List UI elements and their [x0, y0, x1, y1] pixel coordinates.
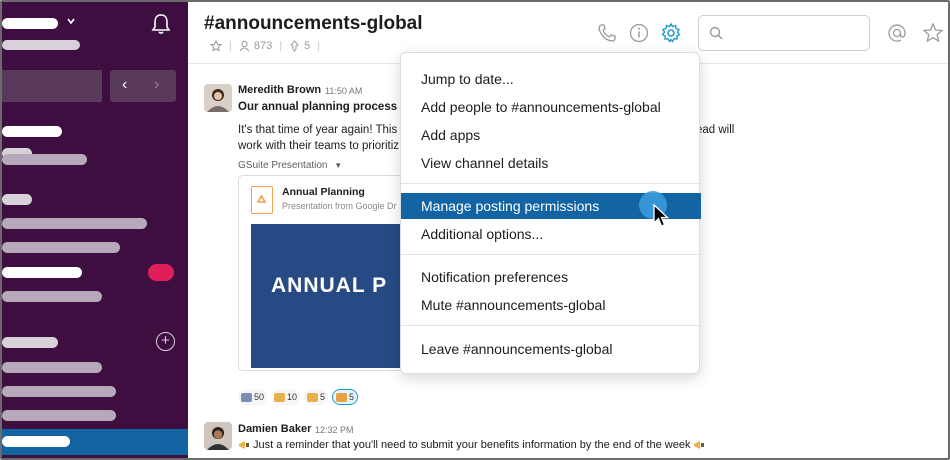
rocket-icon — [241, 392, 252, 402]
sidebar-item[interactable] — [2, 291, 102, 302]
message-timestamp[interactable]: 12:32 PM — [315, 425, 354, 435]
info-icon[interactable] — [628, 22, 650, 44]
message-text: Our annual planning process will — [238, 101, 419, 113]
megaphone-icon — [239, 441, 249, 449]
menu-item-leave-channel[interactable]: Leave #announcements-global — [401, 336, 701, 362]
cursor-icon — [653, 204, 669, 227]
menu-item-add-apps[interactable]: Add apps — [401, 122, 701, 148]
menu-divider — [401, 183, 701, 184]
pinned-count[interactable]: 5 — [304, 40, 310, 52]
menu-item-view-channel-details[interactable]: View channel details — [401, 150, 701, 176]
star-icon[interactable] — [922, 22, 944, 44]
sidebar-item[interactable] — [2, 362, 102, 373]
megaphone-icon — [694, 441, 705, 449]
message-text: Just a reminder that you'll need to subm… — [253, 439, 691, 451]
search-input[interactable] — [698, 15, 870, 51]
sidebar-item[interactable] — [2, 194, 32, 205]
gear-icon[interactable] — [660, 22, 682, 44]
menu-divider — [401, 325, 701, 326]
sidebar-item[interactable] — [2, 386, 116, 397]
back-arrow-icon[interactable]: ‹ — [122, 76, 127, 94]
attachment-subtitle: Presentation from Google Dr — [282, 201, 397, 211]
message-text: work with their teams to prioritiz — [238, 140, 400, 152]
menu-item-add-people[interactable]: Add people to #announcements-global — [401, 94, 701, 120]
attachment-source[interactable]: GSuite Presentation ▼ — [238, 160, 342, 171]
sidebar-item-unread[interactable] — [2, 267, 82, 278]
channel-meta: | 873 | 5 | — [210, 40, 323, 52]
member-count[interactable]: 873 — [254, 40, 272, 52]
search-icon — [709, 26, 723, 40]
attachment-title[interactable]: Annual Planning — [282, 186, 365, 198]
mention-badge — [148, 264, 174, 281]
history-nav: ‹ › — [110, 70, 176, 102]
sidebar: ‹ › + — [2, 2, 188, 458]
chevron-down-icon[interactable] — [66, 16, 76, 26]
message-timestamp[interactable]: 11:50 AM — [325, 86, 362, 96]
menu-item-notification-preferences[interactable]: Notification preferences — [401, 264, 701, 290]
mention-icon[interactable] — [886, 22, 908, 44]
app-window: ‹ › + #announcements-global | 873 | 5 | … — [0, 0, 950, 460]
star-icon[interactable] — [210, 40, 222, 52]
sidebar-item[interactable] — [2, 126, 62, 137]
avatar[interactable] — [204, 84, 232, 112]
sidebar-item[interactable] — [2, 154, 87, 165]
reaction-rocket[interactable]: 50 — [238, 389, 268, 405]
reaction-selected[interactable]: 5 — [332, 389, 359, 405]
sidebar-section-header[interactable] — [2, 337, 58, 348]
forward-arrow-icon[interactable]: › — [154, 76, 159, 94]
clap-icon — [274, 392, 286, 402]
user-status[interactable] — [2, 40, 80, 50]
message-author[interactable]: Meredith Brown — [238, 84, 321, 96]
channel-title[interactable]: #announcements-global — [204, 13, 423, 35]
workspace-name[interactable] — [2, 18, 58, 29]
message-text: It's that time of year again! This w — [238, 124, 409, 136]
member-icon — [239, 40, 250, 52]
add-icon[interactable]: + — [156, 332, 175, 351]
menu-divider — [401, 254, 701, 255]
message-body: Just a reminder that you'll need to subm… — [238, 439, 705, 451]
sidebar-item-active[interactable] — [2, 429, 188, 455]
reaction-raised-hands[interactable]: 5 — [304, 389, 329, 405]
sidebar-item[interactable] — [2, 242, 120, 253]
message-author[interactable]: Damien Baker — [238, 423, 311, 435]
sidebar-item[interactable] — [2, 410, 116, 421]
message-text: ead will — [696, 124, 735, 136]
bell-icon[interactable] — [150, 12, 172, 36]
pin-icon — [290, 40, 299, 52]
reaction-clap[interactable]: 10 — [271, 389, 301, 405]
avatar[interactable] — [204, 422, 232, 450]
channel-settings-menu: Jump to date... Add people to #announcem… — [400, 52, 701, 374]
phone-icon[interactable] — [596, 22, 618, 44]
menu-item-jump-to-date[interactable]: Jump to date... — [401, 66, 701, 92]
caret-down-icon[interactable]: ▼ — [334, 161, 342, 170]
raised-hands-icon — [307, 392, 319, 402]
jump-to-bar[interactable] — [2, 70, 102, 102]
preview-title: ANNUAL P — [271, 274, 388, 297]
reactions-bar: 50 10 5 5 — [238, 389, 359, 405]
emoji-icon — [336, 392, 348, 402]
presentation-icon — [251, 186, 273, 214]
menu-item-mute-channel[interactable]: Mute #announcements-global — [401, 292, 701, 318]
sidebar-item[interactable] — [2, 218, 147, 229]
